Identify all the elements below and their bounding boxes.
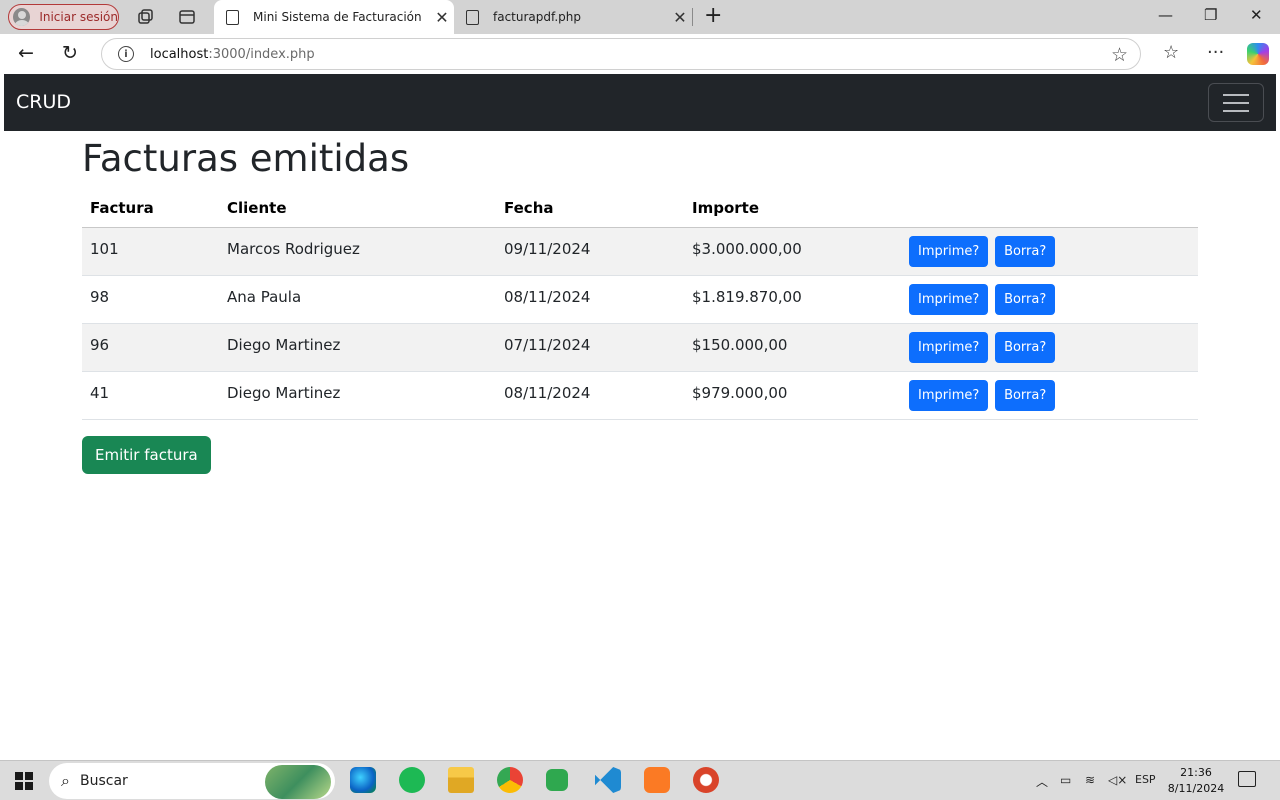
tab-title: facturapdf.php [493,10,582,24]
page-title: Facturas emitidas [82,137,410,180]
workspaces-icon[interactable] [136,8,154,26]
column-header: Importe [684,190,901,228]
table-row: 101 Marcos Rodriguez 09/11/2024 $3.000.0… [82,227,1198,276]
cell-factura: 101 [82,227,219,276]
cell-fecha: 07/11/2024 [496,323,684,372]
notifications-icon[interactable] [1238,771,1256,787]
browser-toolbar: ← ↻ i localhost:3000/index.php ☆ ☆ ··· [0,34,1280,74]
wifi-icon[interactable]: ≋ [1085,773,1095,787]
print-button[interactable]: Imprime? [909,283,989,315]
clock-date: 8/11/2024 [1167,782,1225,795]
print-button[interactable]: Imprime? [909,379,989,411]
tab-actions-icon[interactable] [178,8,196,26]
app-icon[interactable] [693,767,719,793]
cell-factura: 98 [82,275,219,324]
cell-actions: Imprime? Borra? [901,227,1198,276]
table-row: 96 Diego Martinez 07/11/2024 $150.000,00… [82,323,1198,372]
xampp-icon[interactable] [644,767,670,793]
address-bar[interactable]: i localhost:3000/index.php ☆ [101,38,1141,70]
column-header: Fecha [496,190,684,228]
volume-muted-icon[interactable]: ◁× [1108,773,1127,787]
column-header: Cliente [219,190,496,228]
table-header-row: Factura Cliente Fecha Importe [82,190,1198,228]
info-icon[interactable]: i [118,46,134,62]
cell-importe: $1.819.870,00 [684,275,901,324]
print-button[interactable]: Imprime? [909,331,989,363]
close-icon[interactable]: ✕ [668,8,692,27]
browser-tab-strip: Iniciar sesión Mini Sistema de Facturaci… [0,0,1280,34]
user-avatar-icon [13,8,31,26]
tab-mini-sistema[interactable]: Mini Sistema de Facturación ✕ [214,0,454,34]
cell-actions: Imprime? Borra? [901,323,1198,372]
cell-importe: $150.000,00 [684,323,901,372]
more-icon[interactable]: ··· [1207,42,1224,63]
restore-icon[interactable]: ❐ [1204,6,1217,24]
cell-factura: 41 [82,371,219,420]
tab-facturapdf[interactable]: facturapdf.php ✕ [454,0,692,34]
vscode-icon[interactable] [595,767,621,793]
close-window-icon[interactable]: ✕ [1250,6,1263,24]
print-button[interactable]: Imprime? [909,235,989,267]
taskbar-search[interactable]: ⌕ Buscar [49,763,335,799]
file-explorer-icon[interactable] [448,767,474,793]
cell-fecha: 08/11/2024 [496,371,684,420]
dbeaver-icon[interactable] [546,769,568,791]
navbar-toggler[interactable] [1208,83,1264,122]
cell-cliente: Ana Paula [219,275,496,324]
document-icon [226,9,239,25]
refresh-icon[interactable]: ↻ [62,43,78,63]
navbar: CRUD [4,74,1276,131]
spotify-icon[interactable] [399,767,425,793]
taskbar: ⌕ Buscar ︿ ▭ ≋ ◁× ESP 21:36 8/11/2024 [0,760,1280,800]
copilot-icon[interactable] [1247,43,1269,65]
cell-actions: Imprime? Borra? [901,275,1198,324]
language-indicator[interactable]: ESP [1135,773,1156,786]
chevron-up-icon[interactable]: ︿ [1036,773,1048,790]
cell-cliente: Diego Martinez [219,371,496,420]
search-highlight-image [265,765,331,799]
column-header [901,190,1198,228]
close-icon[interactable]: ✕ [430,8,454,27]
delete-button[interactable]: Borra? [995,379,1056,411]
hamburger-icon [1223,93,1249,96]
table-row: 41 Diego Martinez 08/11/2024 $979.000,00… [82,371,1198,420]
cell-cliente: Diego Martinez [219,323,496,372]
cell-importe: $979.000,00 [684,371,901,420]
favorites-icon[interactable]: ☆ [1163,42,1179,63]
clock-time: 21:36 [1180,766,1212,779]
profile-button[interactable]: Iniciar sesión [8,4,119,30]
new-tab-button[interactable]: + [704,4,722,28]
cell-factura: 96 [82,323,219,372]
windows-start-icon[interactable] [15,772,33,790]
back-icon[interactable]: ← [18,43,34,63]
url-text[interactable]: localhost:3000/index.php [150,47,315,62]
cell-cliente: Marcos Rodriguez [219,227,496,276]
document-icon [466,9,479,25]
emit-invoice-button[interactable]: Emitir factura [82,436,211,474]
navbar-brand[interactable]: CRUD [16,91,71,113]
invoices-table: Factura Cliente Fecha Importe 101 Marcos… [82,190,1198,420]
star-icon[interactable]: ☆ [1111,44,1128,66]
tab-title: Mini Sistema de Facturación [253,10,422,24]
cell-importe: $3.000.000,00 [684,227,901,276]
delete-button[interactable]: Borra? [995,283,1056,315]
chrome-icon[interactable] [497,767,523,793]
search-icon: ⌕ [61,771,70,790]
edge-icon[interactable] [350,767,376,793]
cell-actions: Imprime? Borra? [901,371,1198,420]
clock[interactable]: 21:36 8/11/2024 [1166,765,1226,797]
cell-fecha: 08/11/2024 [496,275,684,324]
tab-separator [692,8,693,26]
profile-label: Iniciar sesión [39,10,118,24]
web-page: CRUD Facturas emitidas Factura Cliente F… [4,74,1276,756]
cell-fecha: 09/11/2024 [496,227,684,276]
table-row: 98 Ana Paula 08/11/2024 $1.819.870,00 Im… [82,275,1198,324]
delete-button[interactable]: Borra? [995,235,1056,267]
column-header: Factura [82,190,219,228]
minimize-icon[interactable]: — [1158,6,1173,24]
delete-button[interactable]: Borra? [995,331,1056,363]
search-placeholder: Buscar [79,773,128,789]
battery-icon[interactable]: ▭ [1060,773,1071,787]
